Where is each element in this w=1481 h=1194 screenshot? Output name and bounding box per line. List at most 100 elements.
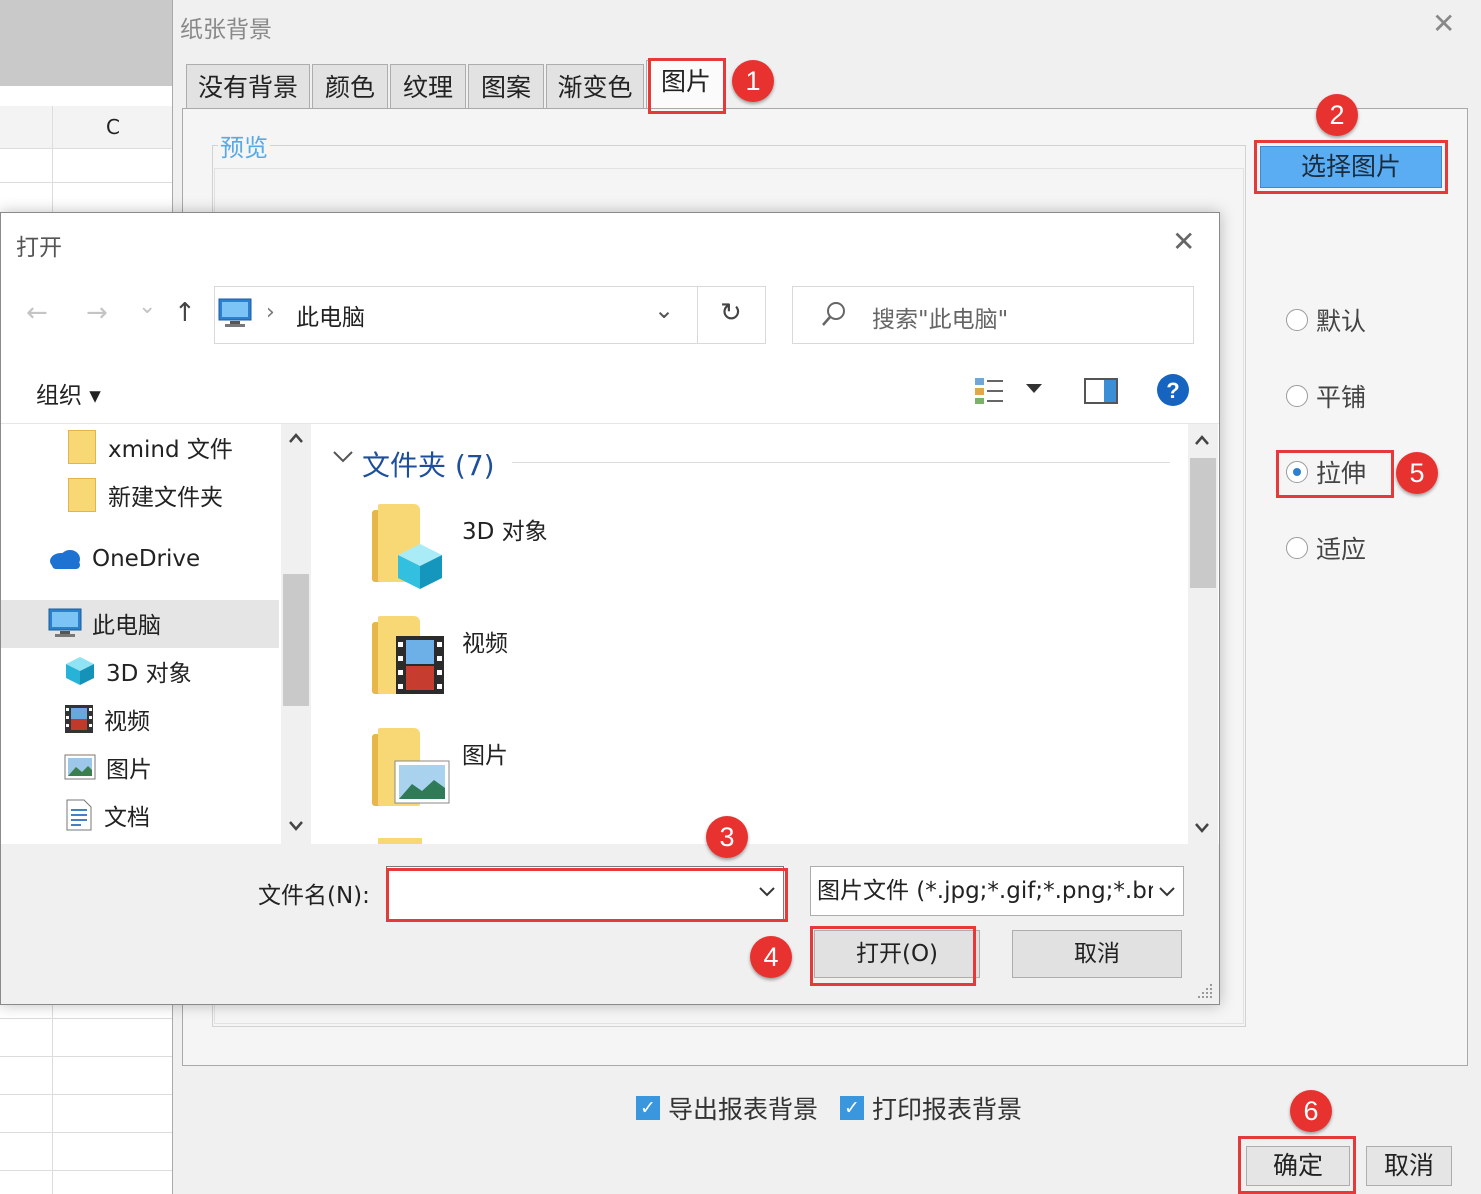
address-location[interactable]: 此电脑	[296, 298, 365, 332]
radio-circle	[1286, 309, 1308, 331]
computer-icon	[218, 298, 252, 328]
picture-icon	[64, 754, 96, 780]
column-header-c[interactable]: C	[52, 106, 173, 148]
file-type-value: 图片文件 (*.jpg;*.gif;*.png;*.bmp)	[817, 878, 1153, 904]
picture-icon	[394, 760, 450, 804]
nav-item-label: xmind 文件	[108, 437, 233, 463]
cancel-button[interactable]: 取消	[1366, 1146, 1452, 1186]
radio-tile[interactable]: 平铺	[1286, 378, 1366, 414]
tab-gradient[interactable]: 渐变色	[546, 64, 644, 108]
checkbox-label: 导出报表背景	[668, 1095, 819, 1124]
export-background-checkbox[interactable]: ✓ 导出报表背景	[636, 1090, 818, 1126]
nav-scrollbar-thumb[interactable]	[283, 574, 309, 706]
file-name-label: 文件名(N):	[258, 883, 370, 909]
step-badge-5: 5	[1396, 452, 1438, 494]
tab-no-background[interactable]: 没有背景	[186, 64, 310, 108]
refresh-icon[interactable]: ↻	[720, 298, 742, 328]
radio-circle	[1286, 385, 1308, 407]
file-type-select[interactable]: 图片文件 (*.jpg;*.gif;*.png;*.bmp)	[810, 866, 1184, 916]
scroll-up-icon[interactable]	[1194, 434, 1210, 446]
nav-item-videos[interactable]: 视频	[64, 696, 150, 742]
organize-menu[interactable]: 组织 ▾	[36, 376, 101, 410]
radio-label: 平铺	[1316, 383, 1367, 412]
highlight-box-ok-button	[1238, 1136, 1356, 1194]
print-background-checkbox[interactable]: ✓ 打印报表背景	[840, 1090, 1022, 1126]
nav-item-label: 图片	[106, 757, 152, 783]
nav-item-label: 3D 对象	[106, 661, 192, 687]
folder-videos[interactable]	[372, 616, 452, 702]
view-dropdown-icon[interactable]	[1026, 384, 1042, 394]
scroll-down-icon[interactable]	[288, 820, 304, 832]
resize-grip-icon[interactable]	[1196, 982, 1214, 1000]
nav-item-label: 视频	[104, 709, 150, 735]
radio-fit[interactable]: 适应	[1286, 530, 1366, 566]
nav-item-documents[interactable]: 文档	[66, 792, 150, 838]
address-dropdown-icon[interactable]: ⌄	[654, 296, 674, 324]
nav-item-pictures[interactable]: 图片	[64, 744, 152, 790]
folder-icon	[68, 430, 96, 464]
radio-circle	[1286, 537, 1308, 559]
back-arrow-icon[interactable]: ←	[26, 298, 48, 328]
checkbox-label: 打印报表背景	[872, 1095, 1023, 1124]
highlight-box-file-name	[386, 868, 788, 922]
breadcrumb-separator: ›	[266, 300, 275, 325]
tab-color[interactable]: 颜色	[312, 64, 388, 108]
nav-item-label: 新建文件夹	[108, 485, 223, 511]
checkmark-icon: ✓	[636, 1096, 660, 1120]
tab-texture[interactable]: 纹理	[390, 64, 466, 108]
nav-item-xmind[interactable]: xmind 文件	[68, 424, 233, 470]
tab-pattern[interactable]: 图案	[468, 64, 544, 108]
group-divider	[512, 462, 1170, 463]
grid-line	[0, 182, 172, 183]
search-icon	[820, 300, 848, 328]
step-badge-3: 3	[706, 816, 748, 858]
grid-line	[0, 1018, 172, 1019]
nav-item-onedrive[interactable]: OneDrive	[48, 536, 200, 582]
highlight-box-stretch	[1276, 450, 1394, 498]
step-badge-2: 2	[1316, 94, 1358, 136]
folder-name: 3D 对象	[462, 519, 548, 545]
svg-text:?: ?	[1166, 378, 1179, 403]
forward-arrow-icon[interactable]: →	[86, 298, 108, 328]
recent-locations-icon[interactable]: ⌄	[138, 294, 156, 319]
step-badge-4: 4	[750, 936, 792, 978]
highlight-box-choose-picture	[1254, 140, 1448, 194]
cancel-button[interactable]: 取消	[1012, 930, 1182, 978]
nav-item-new-folder[interactable]: 新建文件夹	[68, 472, 223, 518]
nav-item-3d-objects[interactable]: 3D 对象	[64, 648, 192, 694]
preview-pane-icon[interactable]	[1084, 378, 1118, 404]
step-badge-1: 1	[732, 60, 774, 102]
cube-icon	[398, 544, 442, 589]
radio-default[interactable]: 默认	[1286, 302, 1366, 338]
chevron-down-icon[interactable]	[1158, 886, 1176, 898]
folder-3d-objects[interactable]	[372, 504, 452, 590]
file-list-scrollbar-thumb[interactable]	[1190, 458, 1216, 588]
folder-name: 视频	[462, 631, 508, 657]
divider	[697, 287, 698, 343]
grid-line	[0, 1132, 172, 1133]
close-icon[interactable]: ✕	[1172, 228, 1195, 256]
scroll-up-icon[interactable]	[288, 432, 304, 444]
nav-item-this-pc[interactable]: 此电脑	[48, 600, 161, 646]
search-input[interactable]: 搜索"此电脑"	[872, 300, 1008, 334]
highlight-box-picture-tab	[648, 58, 726, 114]
checkmark-icon: ✓	[840, 1096, 864, 1120]
open-dialog-title: 打开	[16, 235, 62, 261]
help-icon[interactable]: ?	[1156, 373, 1190, 407]
grid-line	[0, 1094, 172, 1095]
folder-name: 图片	[462, 743, 508, 769]
grid-line	[0, 1170, 172, 1171]
sheet-toolbar-area	[0, 0, 172, 86]
folder-pictures[interactable]	[372, 728, 452, 814]
collapse-group-icon[interactable]	[332, 450, 354, 464]
view-options-icon[interactable]	[974, 376, 1006, 406]
close-icon[interactable]: ✕	[1432, 10, 1455, 38]
dialog-title: 纸张背景	[180, 17, 272, 43]
radio-label: 适应	[1316, 535, 1367, 564]
scroll-down-icon[interactable]	[1194, 822, 1210, 834]
document-icon	[66, 799, 92, 831]
grid-line	[0, 1056, 172, 1057]
cube-icon	[64, 655, 96, 687]
nav-item-label: OneDrive	[92, 546, 201, 572]
up-arrow-icon[interactable]: ↑	[174, 298, 196, 328]
